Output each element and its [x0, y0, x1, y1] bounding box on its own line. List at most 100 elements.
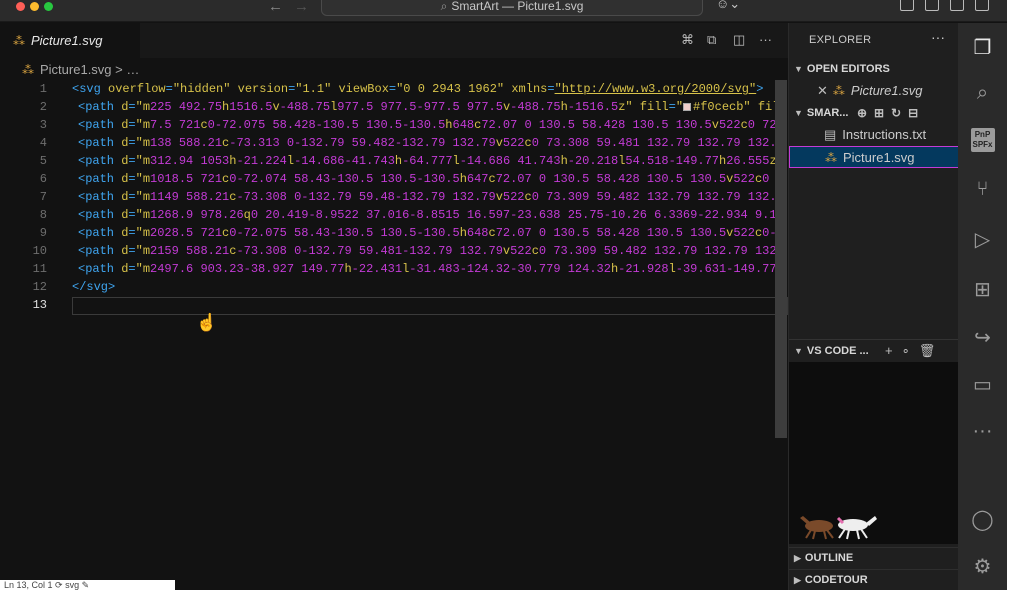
code-token: =: [128, 262, 136, 276]
code-token: c: [740, 118, 748, 132]
explorer-icon[interactable]: ❐: [958, 29, 1007, 65]
folder-actions-icons[interactable]: ⊕⊞↻⊟: [857, 103, 925, 123]
code-token: 312.94 1053: [150, 154, 230, 168]
code-line[interactable]: <path d="m225 492.75h1516.5v-488.75l977.…: [72, 98, 788, 116]
chevron-down-icon: ▼: [794, 108, 803, 118]
code-line[interactable]: <path d="m2497.6 903.23-38.927 149.77h-2…: [72, 260, 788, 278]
code-token: -21.224: [236, 154, 287, 168]
code-token: "hidden": [172, 82, 231, 96]
split-editor-icon[interactable]: ◫: [733, 32, 745, 48]
customize-layout-icon[interactable]: [900, 0, 914, 11]
more-icon[interactable]: ···: [958, 413, 1007, 449]
open-preview-icon[interactable]: ⌘: [681, 32, 694, 48]
breadcrumb-rest[interactable]: > …: [115, 62, 139, 77]
code-line[interactable]: <path d="m2028.5 721c0-72.075 58.43-130.…: [72, 224, 788, 242]
hand-pointer-cursor-icon: ☝: [196, 313, 218, 332]
search-icon[interactable]: ⌕: [958, 75, 1007, 111]
code-token: <path: [78, 154, 122, 168]
code-token: 522: [502, 136, 525, 150]
source-control-icon[interactable]: ⑂: [958, 171, 1007, 207]
open-editor-item[interactable]: ✕ ⁂ Picture1.svg: [789, 80, 959, 102]
code-token: xmlns: [511, 82, 548, 96]
go-forward-button[interactable]: →: [294, 0, 309, 15]
copilot-icon[interactable]: ☺⌄: [716, 0, 740, 12]
code-line[interactable]: <path d="m1268.9 978.26q0 20.419-8.9522 …: [72, 206, 788, 224]
toggle-primary-sidebar-icon[interactable]: [925, 0, 939, 11]
svg-file-icon: ⁂: [825, 151, 837, 165]
code-token: 522: [718, 118, 741, 132]
file-instructions-txt[interactable]: ▤ Instructions.txt: [789, 124, 959, 146]
outline-section[interactable]: ▶ OUTLINE: [789, 547, 959, 568]
code-line[interactable]: <path d="m312.94 1053h-21.224l-14.686-41…: [72, 152, 788, 170]
code-line[interactable]: <path d="m1018.5 721c0-72.074 58.43-130.…: [72, 170, 788, 188]
code-token: 648: [466, 226, 489, 240]
remote-explorer-icon[interactable]: ▭: [958, 366, 1007, 402]
code-token: 7.5 721: [150, 118, 201, 132]
code-line[interactable]: <svg overflow="hidden" version="1.1" vie…: [72, 80, 788, 98]
pnp-spfx-icon[interactable]: PnP SPFx: [958, 122, 1007, 158]
code-token: m: [142, 262, 151, 276]
code-token: -14.686 41.743: [459, 154, 561, 168]
settings-gear-icon[interactable]: ⚙: [958, 548, 1007, 584]
account-icon[interactable]: ◯: [958, 501, 1007, 537]
open-editors-section[interactable]: ▼ OPEN EDITORS: [789, 59, 959, 79]
file-label: Picture1.svg: [843, 150, 915, 165]
explorer-more-icon[interactable]: ···: [931, 29, 945, 45]
code-token: q: [243, 208, 251, 222]
code-token: m: [142, 226, 151, 240]
tab-picture1-svg[interactable]: ⁂ Picture1.svg: [5, 23, 140, 58]
open-preview-side-icon[interactable]: ⧉: [707, 32, 716, 48]
chevron-right-icon: ▶: [794, 553, 801, 563]
code-token: <path: [78, 190, 122, 204]
code-token: 2028.5 721: [150, 226, 223, 240]
go-back-button[interactable]: ←: [268, 0, 283, 15]
line-number: 4: [39, 136, 47, 150]
code-token: 647: [466, 172, 489, 186]
code-token: -39.631-149.77: [675, 262, 777, 276]
code-line[interactable]: <path d="m7.5 721c0-72.075 58.428-130.5 …: [72, 116, 788, 134]
code-line[interactable]: <path d="m1149 588.21c-73.308 0-132.79 5…: [72, 188, 788, 206]
window-minimize-button[interactable]: [30, 2, 39, 11]
code-token: <path: [78, 208, 122, 222]
code-token: h: [459, 172, 467, 186]
run-debug-icon[interactable]: ▷: [958, 221, 1007, 257]
file-picture1-svg[interactable]: ⁂ Picture1.svg: [789, 146, 959, 168]
code-token: m: [142, 190, 151, 204]
code-token: 225 492.75: [150, 100, 223, 114]
color-swatch-icon[interactable]: [683, 102, 692, 111]
code-line[interactable]: </svg>: [72, 278, 788, 296]
toggle-secondary-sidebar-icon[interactable]: [975, 0, 989, 11]
code-token: 522: [502, 190, 525, 204]
workspace-folder-section[interactable]: ▼ SMAR... ⊕⊞↻⊟: [789, 103, 959, 123]
code-token: overflow: [108, 82, 166, 96]
folder-label: SMAR...: [806, 107, 849, 119]
window-close-button[interactable]: [16, 2, 25, 11]
breadcrumb-file[interactable]: Picture1.svg: [40, 62, 112, 77]
editor-vertical-scrollbar[interactable]: [775, 80, 787, 438]
code-token: 72.07 0 130.5 58.428 130.5 130.5: [495, 172, 727, 186]
live-share-icon[interactable]: ↪: [958, 319, 1007, 355]
code-token: 0-72.075 58.428-130.5 130.5-130.5: [207, 118, 446, 132]
vscode-section[interactable]: ▼ VS CODE ... +∘🗑: [789, 339, 959, 361]
code-line[interactable]: [72, 296, 788, 314]
toggle-panel-icon[interactable]: [950, 0, 964, 11]
command-center[interactable]: ⌕ SmartArt — Picture1.svg: [321, 0, 703, 16]
line-number: 7: [39, 190, 47, 204]
search-icon: ⌕: [440, 0, 448, 13]
code-token: =: [128, 172, 136, 186]
desktop-background: [1007, 0, 1024, 590]
chevron-down-icon: ▼: [794, 64, 803, 74]
codetour-section[interactable]: ▶ CODETOUR: [789, 569, 959, 590]
code-editor[interactable]: <svg overflow="hidden" version="1.1" vie…: [72, 80, 788, 320]
close-icon[interactable]: ✕: [817, 83, 828, 98]
code-line[interactable]: <path d="m2159 588.21c-73.308 0-132.79 5…: [72, 242, 788, 260]
vscode-section-actions[interactable]: +∘🗑: [885, 340, 944, 362]
chevron-right-icon: ▶: [794, 575, 801, 585]
code-token: m: [142, 154, 151, 168]
extensions-icon[interactable]: ⊞: [958, 271, 1007, 307]
window-maximize-button[interactable]: [44, 2, 53, 11]
editor-more-actions-icon[interactable]: ···: [759, 32, 772, 47]
code-line[interactable]: <path d="m138 588.21c-73.313 0-132.79 59…: [72, 134, 788, 152]
